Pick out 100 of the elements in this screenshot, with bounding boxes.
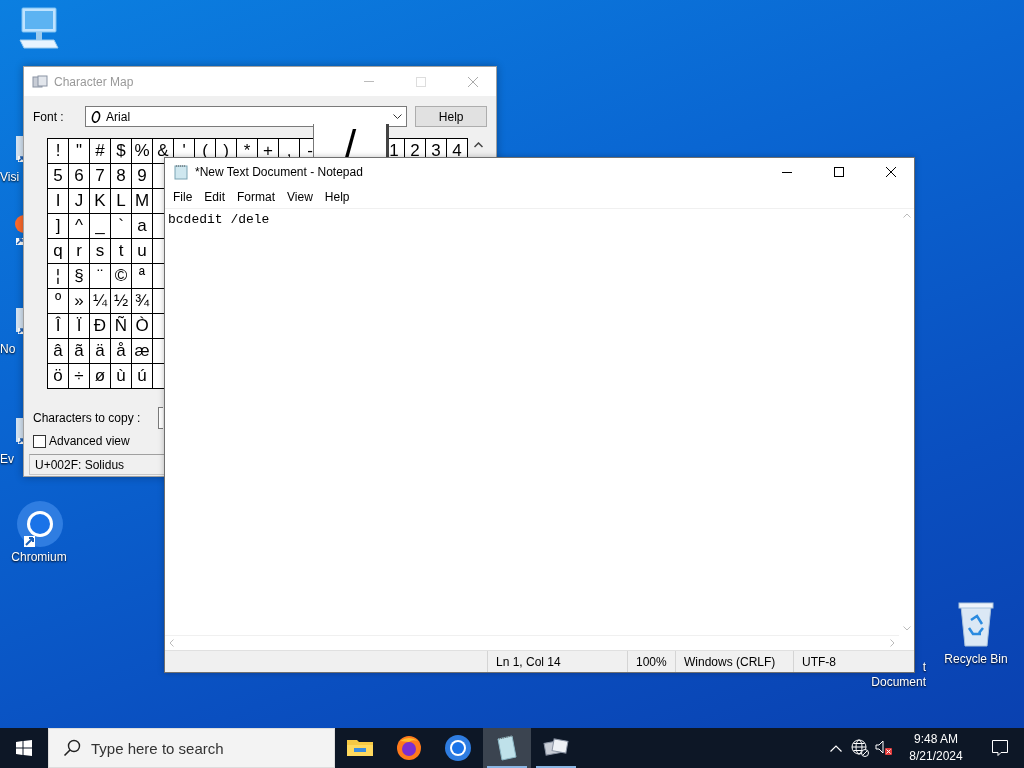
character-cell[interactable]: Ï [76,317,82,334]
character-cell[interactable]: § [74,267,84,284]
copy-field[interactable] [158,407,163,429]
character-cell[interactable]: r [76,242,82,259]
character-cell[interactable]: _ [95,217,105,234]
character-cell[interactable]: Ð [93,317,107,334]
character-cell[interactable]: * [243,142,251,159]
character-cell[interactable]: ÷ [74,367,84,384]
character-cell[interactable]: J [74,192,84,209]
character-cell[interactable]: ! [55,142,61,159]
character-cell[interactable]: ¾ [134,292,150,309]
character-cell[interactable]: ` [118,217,124,234]
character-cell[interactable]: ã [74,342,84,359]
character-cell[interactable]: Î [55,317,61,334]
search-field[interactable]: Type here to search [48,728,335,768]
character-cell[interactable]: 5 [53,167,63,184]
character-cell[interactable]: Ò [135,317,149,334]
character-cell[interactable]: » [74,292,84,309]
speech-bubble-icon [991,739,1009,757]
clock[interactable]: 9:48 AM 8/21/2024 [896,728,976,768]
character-cell[interactable]: ½ [113,292,129,309]
maximize-icon [416,76,426,87]
character-cell[interactable]: u [137,242,147,259]
character-cell[interactable]: 3 [431,142,441,159]
field-label: Characters to copy : [33,411,142,425]
chevron-right-icon [890,639,895,647]
character-cell[interactable]: 9 [137,167,147,184]
character-cell[interactable]: ú [137,367,147,384]
font-type-icon [90,110,103,123]
minimize-icon [364,81,374,82]
character-cell[interactable]: # [95,142,105,159]
character-cell[interactable]: ¦ [55,267,61,284]
character-cell[interactable]: & [157,142,169,159]
close-icon [468,76,478,87]
checkbox-label[interactable]: Advanced view [49,434,130,448]
taskbar-app-button[interactable] [483,728,531,768]
character-cell[interactable]: L [116,192,126,209]
close-icon [886,167,896,177]
icon-label: Chromium [11,550,67,565]
status-text: Windows (CRLF) [675,651,793,672]
icon-label: Recycle Bin [944,652,1008,667]
character-cell[interactable]: K [94,192,106,209]
character-cell[interactable]: 4 [452,142,462,159]
font-dropdown[interactable]: Arial [85,106,408,127]
character-cell[interactable]: 2 [410,142,420,159]
character-cell[interactable]: ø [94,367,106,384]
help-button[interactable]: Help [415,106,487,127]
windows-logo-icon [16,740,32,756]
character-cell[interactable]: t [118,242,124,259]
character-cell[interactable]: â [53,342,63,359]
character-cell[interactable]: ä [95,342,105,359]
horizontal-scrollbar[interactable] [165,635,899,650]
character-cell[interactable]: q [53,242,63,259]
menu-item[interactable]: File [167,190,199,204]
character-cell[interactable]: + [263,142,273,159]
character-cell[interactable]: ö [53,367,63,384]
maximize-icon [834,167,844,177]
character-cell[interactable]: a [137,217,147,234]
chromium-icon [443,733,473,763]
character-cell[interactable]: 7 [95,167,105,184]
menu-item[interactable]: Help [318,190,356,204]
recycle-bin-icon[interactable] [955,600,997,648]
character-cell[interactable]: 8 [116,167,126,184]
chevron-up-icon [830,744,842,752]
character-cell[interactable]: ^ [75,217,83,234]
icon-label: No [0,342,16,357]
character-cell[interactable]: 6 [74,167,84,184]
status-text: 100% [627,651,675,672]
character-cell[interactable]: M [134,192,150,209]
menu-item[interactable]: Edit [198,190,232,204]
character-cell[interactable]: ] [55,217,61,234]
globe-icon [851,739,869,757]
character-cell[interactable]: - [307,142,313,159]
checkbox[interactable] [33,434,46,448]
field-label: Font : [33,109,65,124]
character-cell[interactable]: ª [138,267,146,284]
character-cell[interactable]: å [116,342,126,359]
character-cell[interactable]: © [114,267,128,284]
computer-icon[interactable] [16,6,60,52]
character-cell[interactable]: ¼ [92,292,108,309]
chevron-up-icon [473,142,483,148]
character-cell[interactable]: " [75,142,82,159]
character-cell[interactable]: º [54,292,62,309]
chromium-icon[interactable] [14,500,64,550]
character-cell[interactable]: æ [134,342,150,359]
menu-item[interactable]: View [281,190,319,204]
status-text: Ln 1, Col 14 [487,651,627,672]
character-cell[interactable]: 1 [389,142,399,159]
character-cell[interactable]: ù [116,367,126,384]
character-cell[interactable]: ¨ [97,267,103,284]
character-cell[interactable]: % [134,142,150,159]
notepad-icon [173,164,189,180]
character-map-icon [32,74,48,89]
character-cell[interactable]: $ [116,142,126,159]
menu-item[interactable]: Format [231,190,282,204]
character-cell[interactable]: I [55,192,61,209]
status-text: UTF-8 [793,651,914,672]
firefox-icon [394,733,424,763]
character-cell[interactable]: s [95,242,105,259]
character-cell[interactable]: Ñ [114,317,128,334]
